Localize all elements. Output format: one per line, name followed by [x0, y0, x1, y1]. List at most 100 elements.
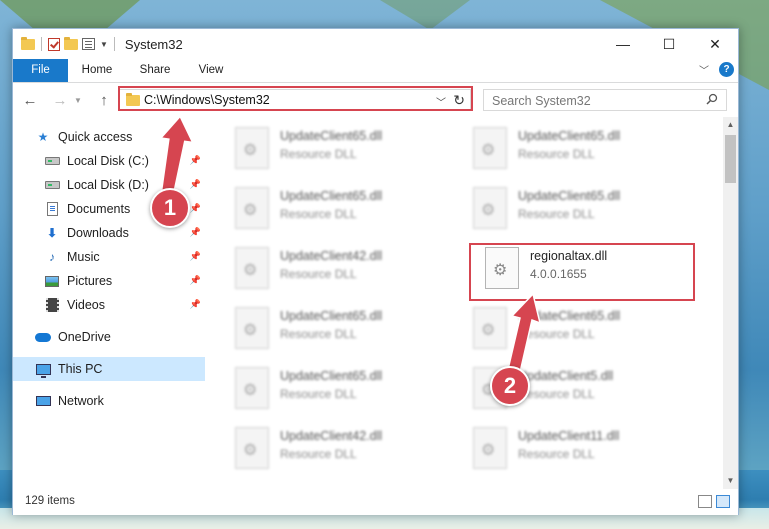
window-controls: — ☐ ✕: [600, 29, 738, 59]
step-marker-1: 1: [150, 188, 190, 228]
file-item[interactable]: UpdateClient42.dll Resource DLL: [235, 427, 455, 475]
dll-file-icon: [235, 367, 269, 409]
pin-icon[interactable]: 📌: [190, 203, 201, 214]
sidebar-item-label: Videos: [67, 298, 105, 312]
chevron-down-icon[interactable]: ﹀: [699, 62, 709, 77]
vertical-scrollbar[interactable]: ▲ ▼: [723, 117, 738, 489]
step-marker-2: 2: [490, 366, 530, 406]
sidebar-item-quick-access[interactable]: ★ Quick access: [13, 125, 205, 149]
file-name: UpdateClient65.dll: [518, 309, 621, 323]
pin-icon[interactable]: 📌: [190, 299, 201, 310]
window-title: System32: [124, 36, 183, 52]
address-bar-highlight: [118, 86, 473, 111]
tab-view[interactable]: View: [189, 59, 233, 82]
file-item[interactable]: UpdateClient42.dll Resource DLL: [235, 247, 455, 295]
sidebar-item-label: Documents: [67, 202, 131, 216]
file-item[interactable]: UpdateClient65.dll Resource DLL: [235, 187, 455, 235]
chevron-down-icon[interactable]: ▼: [100, 40, 108, 49]
pictures-icon: [45, 275, 59, 287]
file-item[interactable]: UpdateClient65.dll Resource DLL: [235, 307, 455, 355]
file-type: Resource DLL: [280, 267, 357, 281]
file-name: UpdateClient65.dll: [280, 189, 383, 203]
file-item[interactable]: UpdateClient65.dll Resource DLL: [473, 187, 693, 235]
pin-icon[interactable]: 📌: [190, 275, 201, 286]
star-icon: ★: [37, 130, 49, 144]
item-count: 129 items: [25, 495, 75, 507]
pin-icon[interactable]: 📌: [190, 155, 201, 166]
sidebar-item-local-disk-c[interactable]: Local Disk (C:) 📌: [13, 149, 205, 173]
file-type: Resource DLL: [518, 327, 595, 341]
tiles-view-icon[interactable]: [716, 495, 730, 508]
sidebar-item-label: Downloads: [67, 226, 129, 240]
file-item[interactable]: UpdateClient65.dll Resource DLL: [473, 307, 693, 355]
pin-icon[interactable]: 📌: [190, 251, 201, 262]
pin-icon[interactable]: 📌: [190, 227, 201, 238]
sidebar-item-pictures[interactable]: Pictures 📌: [13, 269, 205, 293]
drive-icon: [44, 157, 60, 165]
search-input[interactable]: Search System32: [483, 89, 727, 111]
details-view-icon[interactable]: [698, 495, 712, 508]
file-item[interactable]: UpdateClient11.dll Resource DLL: [473, 427, 693, 475]
file-type: Resource DLL: [518, 207, 595, 221]
file-type: Resource DLL: [280, 207, 357, 221]
title-bar: ▼ System32 — ☐ ✕: [13, 29, 738, 59]
file-highlight: [469, 243, 695, 301]
recent-locations-icon[interactable]: ▼: [73, 96, 83, 105]
file-item[interactable]: UpdateClient65.dll Resource DLL: [473, 127, 693, 175]
navigation-pane: ★ Quick access Local Disk (C:) 📌 Local D…: [13, 117, 209, 489]
sidebar-item-label: Local Disk (C:): [67, 154, 149, 168]
dll-file-icon: [235, 307, 269, 349]
tab-home[interactable]: Home: [75, 59, 119, 82]
toolbar-divider: [41, 37, 42, 51]
file-type: Resource DLL: [280, 327, 357, 341]
dll-file-icon: [473, 127, 507, 169]
file-name: UpdateClient65.dll: [280, 309, 383, 323]
cloud-icon: [35, 332, 51, 342]
pin-icon[interactable]: 📌: [190, 179, 201, 190]
forward-button[interactable]: →: [51, 92, 69, 109]
sidebar-item-network[interactable]: Network: [13, 389, 205, 413]
sidebar-item-onedrive[interactable]: OneDrive: [13, 325, 205, 349]
file-name: UpdateClient11.dll: [518, 429, 620, 443]
new-folder-icon[interactable]: [64, 36, 78, 50]
sidebar-item-label: Quick access: [58, 130, 133, 144]
file-name: UpdateClient5.dll: [518, 369, 614, 383]
dll-file-icon: [235, 127, 269, 169]
back-button[interactable]: ←: [21, 92, 39, 109]
videos-icon: [45, 298, 59, 312]
up-button[interactable]: ↑: [95, 92, 113, 109]
sidebar-item-label: OneDrive: [58, 330, 111, 344]
properties-check-icon[interactable]: [48, 37, 60, 51]
file-type: Resource DLL: [280, 447, 357, 461]
sidebar-item-label: This PC: [58, 362, 103, 376]
status-bar: 129 items: [13, 489, 738, 515]
scrollbar-thumb[interactable]: [725, 135, 736, 183]
sidebar-item-videos[interactable]: Videos 📌: [13, 293, 205, 317]
file-type: Resource DLL: [518, 147, 595, 161]
quick-access-toolbar: ▼ System32: [21, 35, 183, 53]
file-item[interactable]: UpdateClient65.dll Resource DLL: [235, 127, 455, 175]
sidebar-item-music[interactable]: ♪ Music 📌: [13, 245, 205, 269]
help-icon[interactable]: ?: [719, 62, 734, 77]
ribbon-tabs: File Home Share View ﹀ ?: [13, 59, 738, 83]
download-icon: ⬇: [46, 226, 58, 240]
customize-icon[interactable]: [82, 38, 95, 50]
file-explorer-window: ▼ System32 — ☐ ✕ File Home Share View ﹀ …: [12, 28, 739, 515]
tab-file[interactable]: File: [13, 59, 68, 82]
dll-file-icon: [235, 247, 269, 289]
file-item[interactable]: UpdateClient65.dll Resource DLL: [235, 367, 455, 415]
music-icon: ♪: [49, 250, 55, 264]
drive-icon: [44, 181, 60, 189]
sidebar-item-this-pc[interactable]: This PC: [13, 357, 205, 381]
ribbon-right-controls: ﹀ ?: [699, 62, 734, 77]
search-placeholder: Search System32: [492, 94, 591, 108]
scroll-up-icon[interactable]: ▲: [723, 117, 738, 133]
scroll-down-icon[interactable]: ▼: [723, 473, 738, 489]
close-button[interactable]: ✕: [692, 29, 738, 59]
network-icon: [35, 396, 51, 406]
maximize-button[interactable]: ☐: [646, 29, 692, 59]
file-name: UpdateClient42.dll: [280, 429, 383, 443]
dll-file-icon: [235, 427, 269, 469]
tab-share[interactable]: Share: [133, 59, 177, 82]
minimize-button[interactable]: —: [600, 29, 646, 59]
